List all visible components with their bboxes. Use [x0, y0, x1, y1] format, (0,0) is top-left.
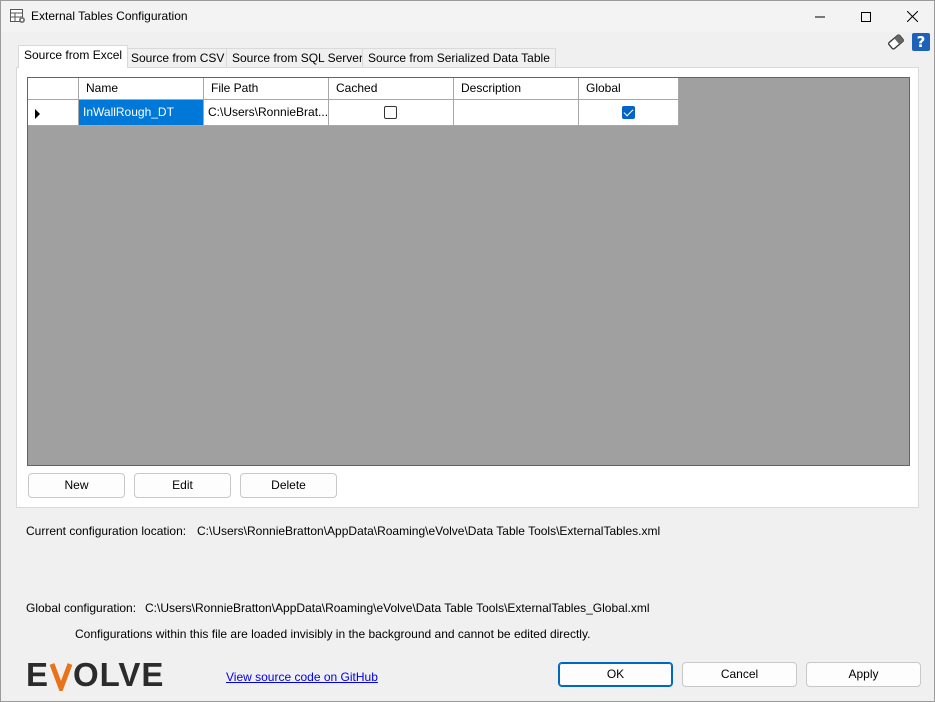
maximize-button[interactable]	[843, 1, 889, 32]
tab-source-serialized[interactable]: Source from Serialized Data Table	[362, 48, 556, 68]
tables-grid[interactable]: Name File Path Cached Description Global…	[27, 77, 910, 466]
current-config-label: Current configuration location:	[26, 524, 187, 538]
global-checkbox[interactable]	[622, 106, 635, 119]
window-title: External Tables Configuration	[31, 9, 188, 23]
current-config-path: C:\Users\RonnieBratton\AppData\Roaming\e…	[197, 524, 661, 538]
ok-button[interactable]: OK	[558, 662, 673, 687]
global-config-label: Global configuration:	[26, 601, 137, 615]
table-row[interactable]: InWallRough_DT C:\Users\RonnieBrat...	[28, 100, 679, 126]
global-config-note: Configurations within this file are load…	[75, 627, 591, 641]
grid-corner	[28, 78, 79, 100]
close-icon	[906, 11, 918, 22]
table-settings-icon	[10, 9, 26, 24]
cancel-button[interactable]: Cancel	[682, 662, 797, 687]
cell-file-path[interactable]: C:\Users\RonnieBrat...	[204, 100, 329, 126]
column-header-description[interactable]: Description	[454, 78, 579, 100]
dialog-window: External Tables Configuration ? Source f…	[0, 0, 935, 702]
new-button[interactable]: New	[28, 473, 125, 498]
minimize-icon	[815, 16, 825, 17]
evolve-logo: E OLVE	[26, 656, 176, 696]
maximize-icon	[861, 11, 871, 22]
delete-button[interactable]: Delete	[240, 473, 337, 498]
svg-text:OLVE: OLVE	[73, 659, 164, 691]
column-header-cached[interactable]: Cached	[329, 78, 454, 100]
current-row-arrow-icon	[35, 109, 40, 119]
tab-source-sql-server[interactable]: Source from SQL Server	[226, 48, 369, 68]
cell-description[interactable]	[454, 100, 579, 126]
cell-global[interactable]	[579, 100, 679, 126]
cell-cached[interactable]	[329, 100, 454, 126]
help-icon[interactable]: ?	[912, 33, 930, 51]
close-button[interactable]	[889, 1, 935, 32]
row-header[interactable]	[28, 100, 79, 126]
title-bar: External Tables Configuration	[1, 1, 934, 32]
svg-text:E: E	[26, 659, 49, 691]
tab-source-excel[interactable]: Source from Excel	[18, 45, 129, 68]
cached-checkbox[interactable]	[384, 106, 397, 119]
eraser-icon[interactable]	[887, 33, 905, 51]
global-config-path: C:\Users\RonnieBratton\AppData\Roaming\e…	[145, 601, 650, 615]
column-header-file-path[interactable]: File Path	[204, 78, 329, 100]
tab-source-csv[interactable]: Source from CSV	[125, 48, 231, 68]
apply-button[interactable]: Apply	[806, 662, 921, 687]
github-link[interactable]: View source code on GitHub	[226, 670, 378, 684]
grid-header: Name File Path Cached Description Global	[28, 78, 679, 100]
column-header-name[interactable]: Name	[79, 78, 204, 100]
cell-name[interactable]: InWallRough_DT	[79, 100, 204, 126]
minimize-button[interactable]	[797, 1, 843, 32]
edit-button[interactable]: Edit	[134, 473, 231, 498]
column-header-global[interactable]: Global	[579, 78, 679, 100]
